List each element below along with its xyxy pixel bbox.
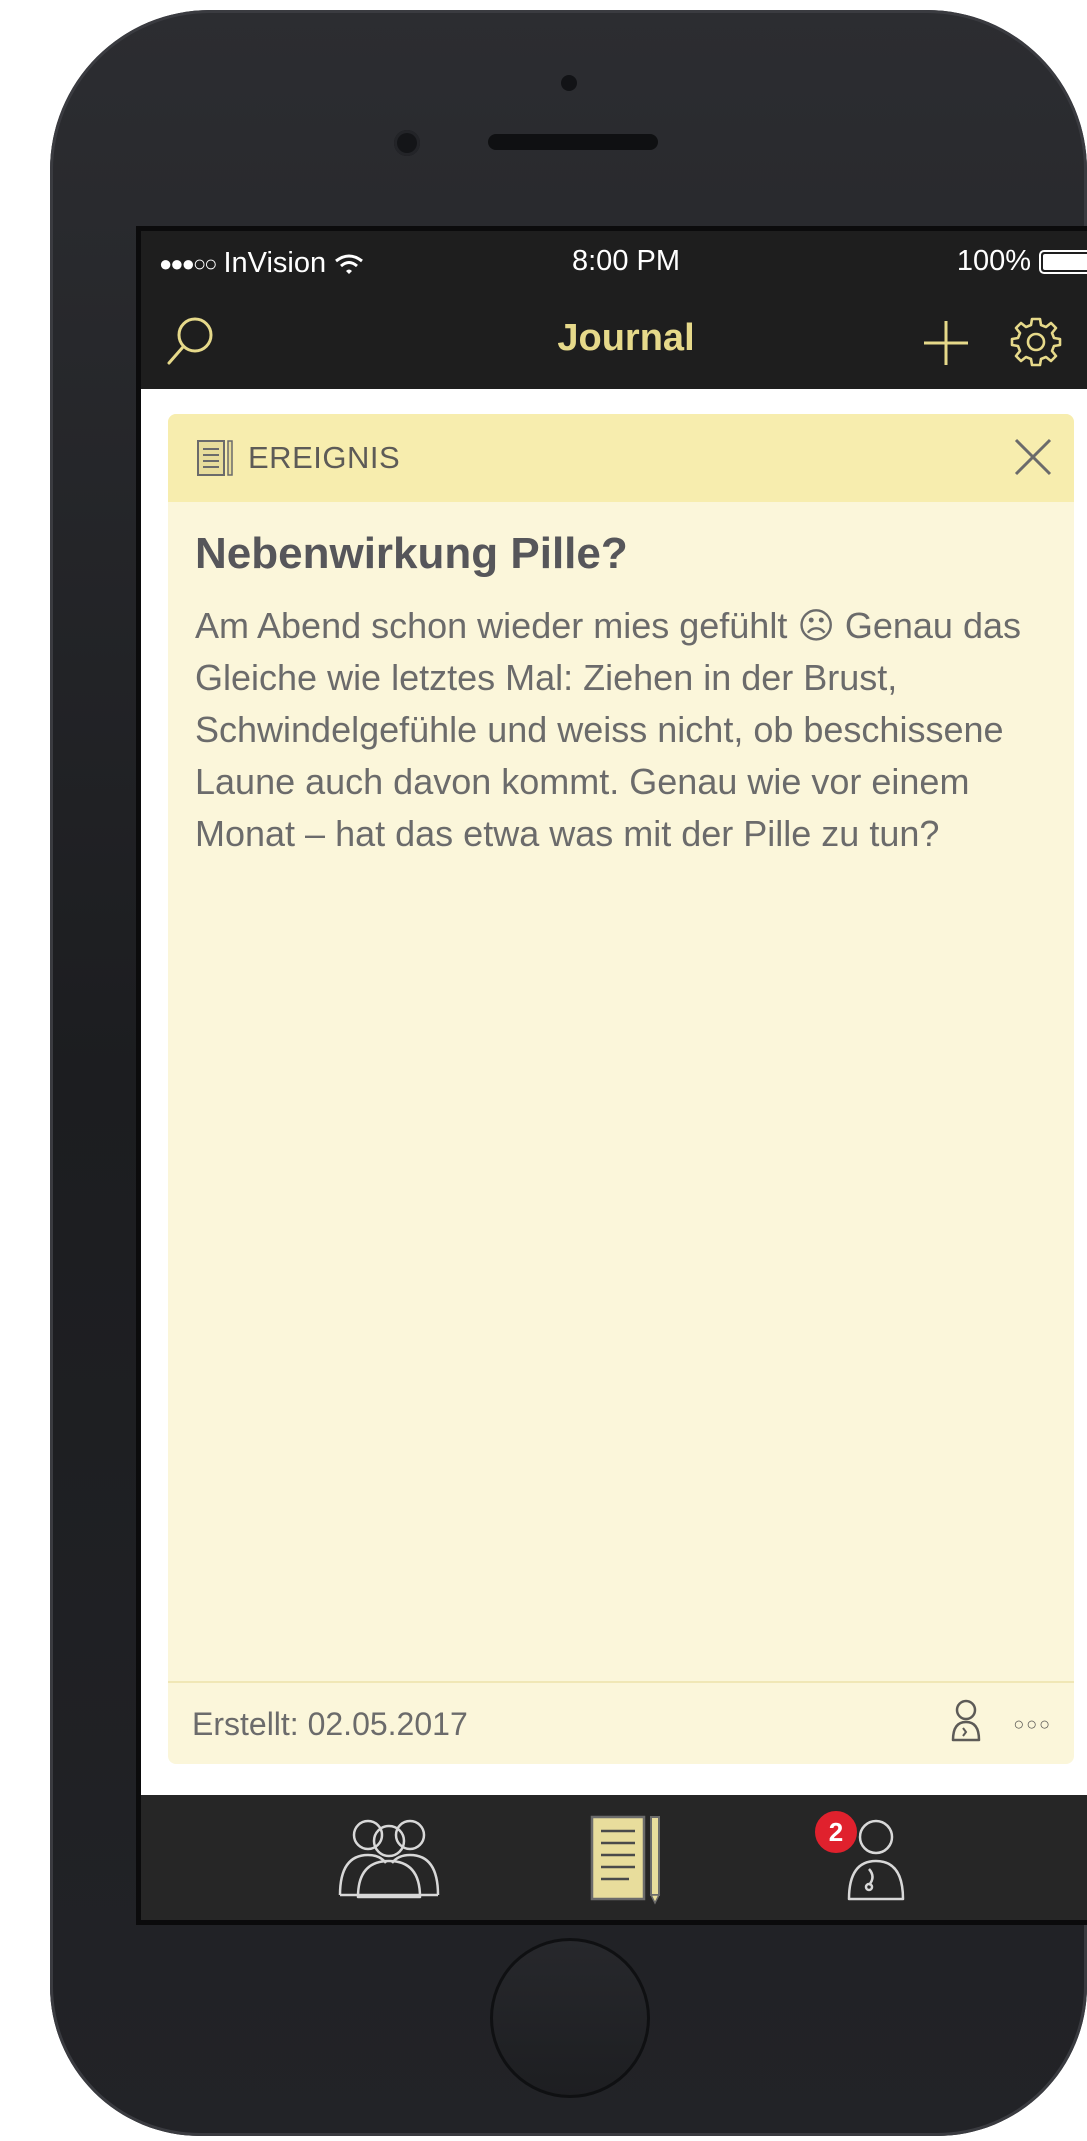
tab-bar: 2 xyxy=(141,1795,1087,1920)
status-time: 8:00 PM xyxy=(572,245,680,277)
battery-fill xyxy=(1043,253,1087,270)
front-camera xyxy=(394,130,420,156)
card-divider xyxy=(168,1681,1074,1683)
home-button[interactable] xyxy=(490,1938,650,2098)
plus-icon[interactable] xyxy=(922,319,970,367)
phone-frame: ●●●○○ InVision 8:00 PM 100% Journal EREI… xyxy=(50,10,1087,2136)
status-bar: ●●●○○ InVision 8:00 PM 100% xyxy=(141,231,1087,291)
created-date: Erstellt: 02.05.2017 xyxy=(192,1706,468,1742)
status-right: 100% xyxy=(957,245,1087,278)
content-area: EREIGNIS Nebenwirkung Pille? Am Abend sc… xyxy=(141,389,1087,1795)
person-icon[interactable] xyxy=(948,1698,984,1744)
journal-icon[interactable] xyxy=(589,1813,665,1905)
journal-entry-icon xyxy=(197,440,233,476)
journal-entry-card[interactable]: EREIGNIS Nebenwirkung Pille? Am Abend sc… xyxy=(168,414,1074,1764)
tab-doctor[interactable]: 2 xyxy=(813,1809,911,1908)
earpiece-speaker xyxy=(488,134,658,150)
card-title: Nebenwirkung Pille? xyxy=(195,529,628,578)
proximity-sensor xyxy=(561,75,577,91)
gear-icon[interactable] xyxy=(1009,315,1063,369)
card-type-label: EREIGNIS xyxy=(248,440,401,475)
canvas: ●●●○○ InVision 8:00 PM 100% Journal EREI… xyxy=(0,0,1087,2141)
battery-icon xyxy=(1039,249,1087,274)
notification-badge: 2 xyxy=(813,1809,859,1855)
screen: ●●●○○ InVision 8:00 PM 100% Journal EREI… xyxy=(136,226,1087,1925)
close-icon[interactable] xyxy=(1010,434,1056,480)
card-header: EREIGNIS xyxy=(168,414,1074,502)
nav-bar: Journal xyxy=(141,291,1087,389)
more-options-icon[interactable]: ○○○ xyxy=(1013,1714,1052,1735)
group-icon[interactable] xyxy=(336,1815,442,1901)
card-body-text: Am Abend schon wieder mies gefühlt ☹ Gen… xyxy=(195,605,1021,854)
battery-percent: 100% xyxy=(956,245,1031,277)
